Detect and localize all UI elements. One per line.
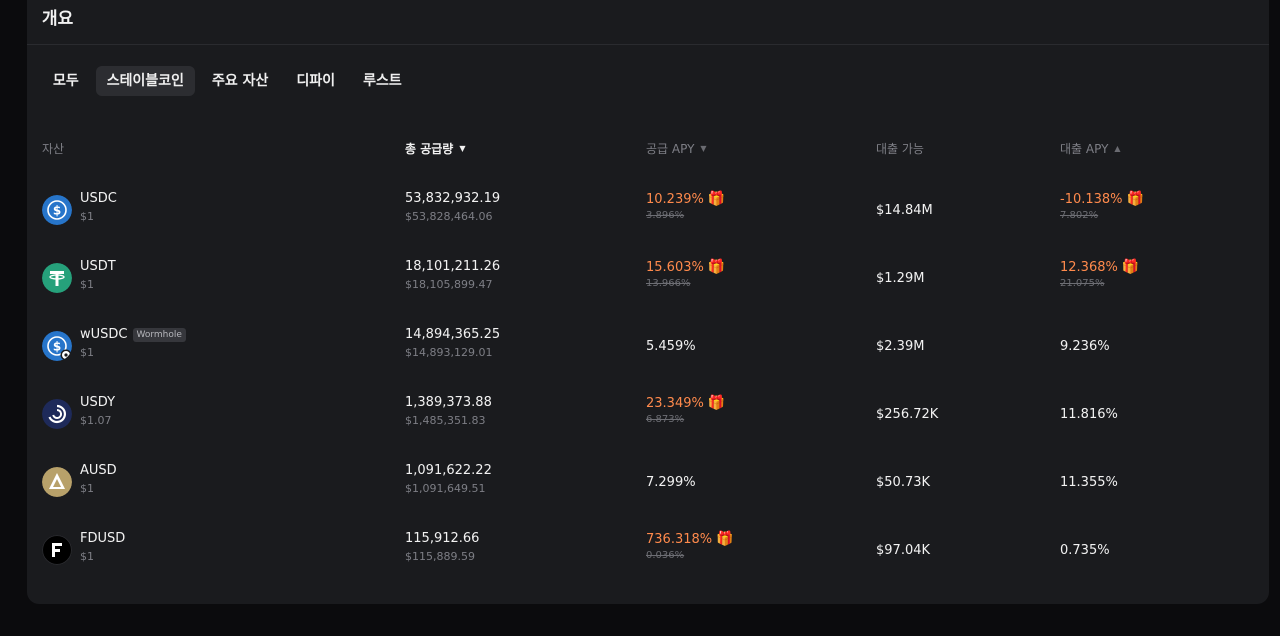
supply-apy-base: 0.036% [646, 550, 685, 561]
gift-icon: 🎁 [707, 395, 726, 411]
supply-apy: 10.239% [646, 191, 704, 207]
asset-price: $1 [80, 210, 94, 223]
total-supply: 53,832,932.19 [405, 191, 501, 206]
tab-rust[interactable]: 루스트 [352, 66, 413, 96]
total-supply: 1,389,373.88 [405, 395, 492, 410]
column-header-label: 대출 가능 [876, 142, 924, 156]
page-title: 개요 [42, 9, 74, 29]
total-supply: 115,912.66 [405, 531, 480, 546]
gift-icon: 🎁 [1126, 191, 1144, 207]
total-supply: 1,091,622.22 [405, 463, 492, 478]
asset-name: USDC [80, 191, 117, 206]
column-header-total-supply[interactable]: 총 공급량 ▼ [405, 140, 466, 157]
column-header-borrowable[interactable]: 대출 가능 [876, 140, 924, 157]
wusdc-icon: $ [42, 331, 72, 361]
asset-price: $1 [80, 550, 94, 563]
tab-all[interactable]: 모두 [42, 66, 90, 96]
tab-stablecoins[interactable]: 스테이블코인 [95, 66, 196, 96]
gift-icon: 🎁 [716, 531, 734, 547]
table-row[interactable]: USDT $1 18,101,211.26 $18,105,899.47 15.… [27, 245, 1269, 313]
borrowable-amount: $256.72K [876, 407, 939, 422]
asset-name: FDUSD [80, 531, 126, 546]
usdc-icon: $ [42, 195, 72, 225]
borrowable-amount: $97.04K [876, 543, 931, 558]
ausd-icon [42, 467, 72, 497]
borrowable-amount: $50.73K [876, 475, 931, 490]
borrow-apy: 9.236% [1060, 339, 1110, 354]
borrow-apy: 12.368% [1060, 259, 1118, 275]
sort-asc-icon: ▲ [1114, 144, 1121, 153]
supply-apy: 5.459% [646, 339, 696, 354]
asset-price: $1 [80, 482, 94, 495]
borrow-apy: -10.138% [1060, 191, 1123, 207]
total-supply-usd: $1,091,649.51 [405, 482, 486, 495]
column-header-label: 자산 [42, 142, 65, 156]
asset-name: USDT [80, 259, 116, 274]
usdy-icon [42, 399, 72, 429]
table-row[interactable]: FDUSD $1 115,912.66 $115,889.59 736.318%… [27, 517, 1269, 585]
borrow-apy: 0.735% [1060, 543, 1110, 558]
column-header-supply-apy[interactable]: 공급 APY ▼ [646, 140, 707, 157]
table-row[interactable]: AUSD $1 1,091,622.22 $1,091,649.51 7.299… [27, 449, 1269, 517]
borrow-apy: 11.355% [1060, 475, 1118, 490]
sort-desc-icon: ▼ [459, 144, 466, 153]
svg-text:$: $ [53, 340, 61, 354]
gift-icon: 🎁 [1121, 259, 1140, 275]
total-supply-usd: $18,105,899.47 [405, 278, 493, 291]
gift-icon: 🎁 [707, 259, 726, 275]
column-header-label: 공급 APY [646, 142, 695, 156]
total-supply: 18,101,211.26 [405, 259, 501, 274]
bridge-badge: Wormhole [132, 327, 186, 342]
borrowable-amount: $1.29M [876, 271, 925, 286]
column-header-borrow-apy[interactable]: 대출 APY ▲ [1060, 140, 1121, 157]
table-row[interactable]: USDY $1.07 1,389,373.88 $1,485,351.83 23… [27, 381, 1269, 449]
supply-apy: 736.318% [646, 531, 713, 547]
total-supply-usd: $115,889.59 [405, 550, 475, 563]
usdt-icon [42, 263, 72, 293]
column-header-asset[interactable]: 자산 [42, 140, 64, 157]
tab-major-assets[interactable]: 주요 자산 [201, 66, 279, 96]
column-header-label: 대출 APY [1060, 142, 1109, 156]
total-supply-usd: $1,485,351.83 [405, 414, 486, 427]
borrow-apy-base: 21.075% [1060, 278, 1105, 289]
asset-name: wUSDC [80, 327, 128, 342]
borrowable-amount: $2.39M [876, 339, 925, 354]
total-supply: 14,894,365.25 [405, 327, 501, 342]
category-tabs: 모두 스테이블코인 주요 자산 디파이 루스트 [42, 66, 413, 96]
total-supply-usd: $53,828,464.06 [405, 210, 493, 223]
asset-price: $1.07 [80, 414, 112, 427]
asset-name: AUSD [80, 463, 117, 478]
divider [27, 44, 1269, 45]
borrowable-amount: $14.84M [876, 203, 933, 218]
asset-name: USDY [80, 395, 116, 410]
tab-defi[interactable]: 디파이 [285, 66, 346, 96]
supply-apy-base: 3.896% [646, 210, 685, 221]
gift-icon: 🎁 [707, 191, 726, 207]
fdusd-icon [42, 535, 72, 565]
supply-apy-base: 13.966% [646, 278, 691, 289]
asset-price: $1 [80, 346, 94, 359]
overview-panel: 개요 모두 스테이블코인 주요 자산 디파이 루스트 자산 총 공급량 ▼ 공급… [27, 0, 1269, 604]
supply-apy: 7.299% [646, 475, 696, 490]
table-row[interactable]: $ wUSDC Wormhole $1 14,894,365.25 $14,89… [27, 313, 1269, 381]
borrow-apy: 11.816% [1060, 407, 1118, 422]
supply-apy: 23.349% [646, 395, 704, 411]
column-header-label: 총 공급량 [405, 142, 454, 156]
borrow-apy-base: 7.802% [1060, 210, 1099, 221]
supply-apy: 15.603% [646, 259, 704, 275]
total-supply-usd: $14,893,129.01 [405, 346, 493, 359]
svg-text:$: $ [53, 204, 61, 218]
asset-price: $1 [80, 278, 94, 291]
sort-desc-icon: ▼ [700, 144, 707, 153]
table-header: 자산 총 공급량 ▼ 공급 APY ▼ 대출 가능 대출 APY ▲ [27, 140, 1269, 164]
supply-apy-base: 6.873% [646, 414, 685, 425]
table-row[interactable]: $ USDC $1 53,832,932.19 $53,828,464.06 1… [27, 177, 1269, 245]
